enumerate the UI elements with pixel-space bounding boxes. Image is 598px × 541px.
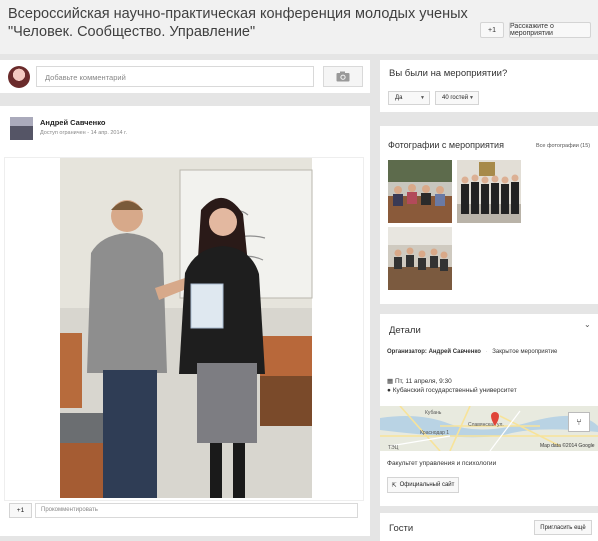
event-date-text: Пт, 11 апреля, 9:30 (394, 378, 452, 385)
avatar[interactable] (8, 66, 30, 88)
event-place-text: Кубанский государственный университет (392, 387, 517, 394)
separator: · (485, 349, 488, 355)
camera-icon (336, 71, 350, 82)
event-title: Всероссийская научно-практическая конфер… (8, 6, 468, 40)
guests-title: Гости (389, 523, 414, 534)
map-label: Краснодар 1 (420, 430, 449, 436)
event-post: Андрей Савченко Доступ ограничен - 14 ап… (0, 106, 370, 536)
map-label: Славянская ул. (468, 422, 504, 428)
chevron-down-icon: ▼ (469, 95, 474, 101)
rsvp-question: Вы были на мероприятии? (389, 68, 508, 79)
post-comment-input[interactable]: Прокомментировать (35, 503, 358, 518)
add-photo-button[interactable] (323, 66, 363, 87)
event-header: Всероссийская научно-практическая конфер… (0, 0, 598, 54)
post-photo-image (60, 158, 313, 498)
photo-thumbnail-image (388, 227, 452, 290)
invite-more-button[interactable]: Пригласить ещё (534, 520, 592, 535)
event-place[interactable]: ● Кубанский государственный университет (387, 387, 517, 394)
photo-thumbnail[interactable] (457, 160, 521, 223)
share-event-button[interactable]: Расскажите о мероприятии (509, 22, 591, 38)
post-author-avatar[interactable] (10, 117, 33, 140)
all-photos-link[interactable]: Все фотографии (15) (536, 143, 590, 149)
event-date: ▦ Пт, 11 апреля, 9:30 (387, 377, 452, 385)
photos-title: Фотографии с мероприятия (388, 140, 504, 150)
details-title: Детали (389, 325, 421, 336)
post-author[interactable]: Андрей Савченко (40, 118, 105, 127)
event-privacy: Закрытое мероприятие (492, 349, 558, 355)
rsvp-answer-value: Да (395, 95, 403, 101)
organizer-name[interactable]: Андрей Савченко (429, 349, 481, 355)
external-link-icon: ⇱ (391, 482, 397, 489)
map-label: Кубань (425, 410, 442, 416)
plus-one-button[interactable]: +1 (480, 22, 504, 38)
organizer-faculty: Факультет управления и психологии (387, 460, 497, 467)
organizer-label: Организатор: (387, 349, 427, 355)
official-site-button[interactable]: ⇱ Официальный сайт (387, 477, 459, 493)
photo-thumbnail[interactable] (388, 160, 452, 223)
guests-card: Гости Пригласить ещё (380, 513, 598, 541)
guest-count-value: 40 гостей (442, 95, 469, 101)
directions-icon[interactable]: ⑂ (568, 412, 590, 432)
collapse-chevron-icon[interactable]: ⌄ (584, 320, 591, 329)
post-plus-one-button[interactable]: +1 (9, 503, 32, 518)
organizer-line: Организатор: Андрей Савченко · Закрытое … (387, 349, 557, 355)
chevron-down-icon: ▼ (420, 95, 425, 101)
map-label: ТЭЦ (388, 445, 399, 451)
rsvp-answer-select[interactable]: Да ▼ (388, 91, 430, 105)
map-credit: Map data ©2014 Google (540, 443, 595, 449)
event-details-card: Детали ⌄ Организатор: Андрей Савченко · … (380, 314, 598, 506)
comment-input[interactable]: Добавьте комментарий (36, 66, 314, 87)
post-photo[interactable] (4, 157, 364, 501)
photo-thumbnail-image (457, 160, 521, 223)
photo-thumbnail[interactable] (388, 227, 452, 290)
photo-thumbnail-image (388, 160, 452, 223)
official-site-label: Официальный сайт (399, 482, 455, 488)
calendar-icon: ▦ (387, 378, 395, 385)
guest-count-select[interactable]: 40 гостей ▼ (435, 91, 479, 105)
post-meta: Доступ ограничен - 14 апр. 2014 г. (40, 130, 127, 136)
event-photos-card: Фотографии с мероприятия Все фотографии … (380, 126, 598, 304)
rsvp-card: Вы были на мероприятии? Да ▼ 40 гостей ▼ (380, 60, 598, 112)
comment-composer: Добавьте комментарий (0, 60, 370, 93)
